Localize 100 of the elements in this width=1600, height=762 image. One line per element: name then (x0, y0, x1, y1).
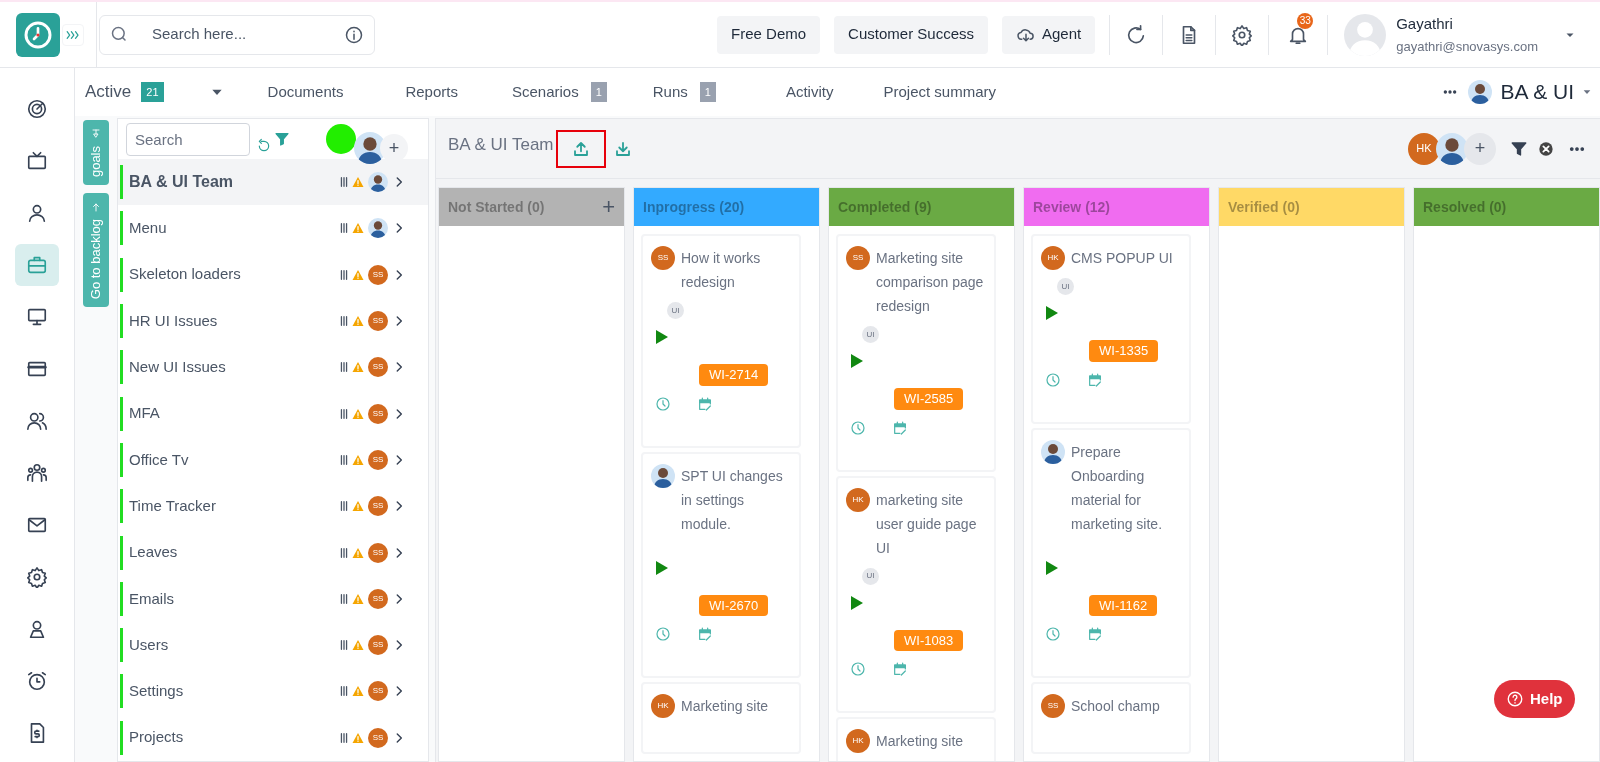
avatar-initials: HK (1408, 132, 1440, 165)
team-icon (26, 462, 48, 484)
card-title: Marketing site (876, 732, 965, 751)
avatar-silhouette-icon (651, 463, 675, 488)
briefcase-icon (26, 254, 48, 276)
work-item-id: WI-2670 (699, 594, 769, 616)
task-card[interactable]: SS Marketing site comparison page redesign UI WI-2585 (836, 234, 996, 472)
avatar-initials: SS (368, 403, 388, 424)
task-card[interactable]: HK marketing site user guide page UI UI WI-1083 (836, 475, 996, 713)
avatar-silhouette-icon (1436, 132, 1468, 165)
tab[interactable]: Documents (267, 80, 344, 104)
clock-icon[interactable] (655, 395, 671, 412)
header-button[interactable]: Agent (1002, 15, 1096, 54)
pin-icon (90, 128, 102, 140)
calendar-edit-icon[interactable] (697, 626, 713, 642)
project-search-field[interactable]: Search (126, 122, 250, 156)
play-icon[interactable] (849, 353, 863, 369)
card-title: marketing site user guide page UI (876, 490, 978, 558)
column-title: Verified (0) (1228, 197, 1300, 217)
work-item-id: WI-1335 (1089, 340, 1159, 362)
play-icon[interactable] (1044, 305, 1058, 321)
play-icon[interactable] (654, 329, 668, 345)
card-title: Marketing site (681, 697, 770, 716)
avatar-initials: HK (651, 694, 675, 718)
add-card-button[interactable]: + (602, 196, 615, 218)
expand-chevrons-icon[interactable] (62, 23, 84, 46)
priority-bars-icon (339, 453, 349, 466)
tab[interactable]: Reports (405, 80, 458, 104)
project-list-item[interactable]: BA & UI Team (118, 159, 428, 206)
status-filter-dropdown[interactable]: Active 21 (85, 79, 224, 105)
task-card[interactable]: SS School champ (1031, 682, 1191, 754)
play-icon[interactable] (849, 594, 863, 611)
clock-icon[interactable] (1045, 371, 1061, 388)
filter-icon[interactable] (1510, 139, 1528, 158)
column-title: Completed (9) (838, 197, 932, 217)
task-card[interactable]: HK Marketing site (641, 682, 801, 754)
warning-icon (352, 361, 364, 374)
search-field[interactable]: Search here... (152, 23, 322, 46)
count-badge: 1 (590, 81, 607, 103)
calendar-edit-icon[interactable] (892, 419, 908, 436)
priority-bars-icon (339, 685, 349, 698)
settings-icon[interactable] (1231, 23, 1254, 46)
help-button[interactable]: Help (1494, 680, 1575, 718)
card-title: School champ (1071, 697, 1161, 716)
calendar-edit-icon[interactable] (697, 395, 713, 412)
users-icon (26, 410, 48, 432)
download-icon[interactable] (613, 139, 632, 158)
warning-icon (352, 222, 364, 235)
tab[interactable]: Activity (785, 80, 834, 104)
warning-icon (352, 268, 364, 281)
avatar-initials: SS (846, 246, 870, 270)
clock-icon[interactable] (655, 626, 671, 642)
clock-logo-icon (16, 12, 60, 57)
work-item-id: WI-1083 (894, 629, 964, 651)
tab[interactable]: Runs 1 (652, 80, 716, 104)
priority-bars-icon (339, 407, 349, 420)
add-member-button[interactable]: + (1464, 132, 1496, 165)
header-button[interactable]: Free Demo (717, 15, 821, 54)
priority-bars-icon (339, 361, 349, 374)
play-icon[interactable] (654, 559, 668, 576)
priority-bars-icon (339, 546, 349, 559)
priority-bars-icon (339, 176, 349, 189)
warning-icon (352, 453, 364, 466)
warning-icon (352, 176, 364, 189)
header-button[interactable]: Customer Success (834, 15, 988, 54)
work-item-id: WI-1162 (1089, 594, 1158, 616)
column-title: Review (12) (1033, 197, 1111, 217)
task-card[interactable]: SPT UI changes in settings module. WI-2670 (641, 451, 801, 678)
avatar-initials: HK (846, 729, 870, 753)
avatar-initials: SS (368, 449, 388, 470)
calendar-edit-icon[interactable] (1087, 626, 1103, 642)
search-bar[interactable]: Search here... (99, 14, 375, 55)
avatar-silhouette-icon (1041, 439, 1065, 464)
avatar-initials: SS (651, 246, 675, 270)
target-icon (26, 98, 48, 120)
tab[interactable]: Scenarios 1 (511, 80, 607, 104)
priority-bars-icon (339, 268, 349, 281)
add-member-button[interactable]: + (380, 134, 408, 162)
clock-icon[interactable] (850, 419, 866, 436)
task-card[interactable]: Prepare Onboarding material for marketing site. WI-1162 (1031, 427, 1191, 678)
clock-icon[interactable] (850, 661, 866, 677)
clock-icon[interactable] (1045, 626, 1061, 642)
notification-count: 33 (1297, 12, 1314, 29)
task-card[interactable]: HK CMS POPUP UI UI WI-1335 (1031, 234, 1191, 424)
reset-icon[interactable] (256, 138, 272, 154)
card-title: Marketing site comparison page redesign (876, 249, 985, 316)
project-switcher[interactable]: BA & UI (1468, 76, 1592, 108)
card-title: SPT UI changes in settings module. (681, 466, 784, 534)
upload-button[interactable] (555, 129, 606, 168)
task-card[interactable]: SS How it works redesign UI WI-2714 (641, 234, 801, 448)
help-circle-icon (1506, 690, 1524, 708)
calendar-edit-icon[interactable] (1087, 371, 1103, 388)
priority-bars-icon (339, 639, 349, 652)
tab[interactable]: Project summary (883, 80, 996, 104)
upload-icon (571, 139, 590, 158)
clear-icon[interactable] (1538, 140, 1554, 157)
task-card[interactable]: HK Marketing site (836, 717, 996, 761)
play-icon[interactable] (1044, 559, 1058, 576)
count-badge: 21 (141, 81, 164, 103)
calendar-edit-icon[interactable] (892, 661, 908, 677)
